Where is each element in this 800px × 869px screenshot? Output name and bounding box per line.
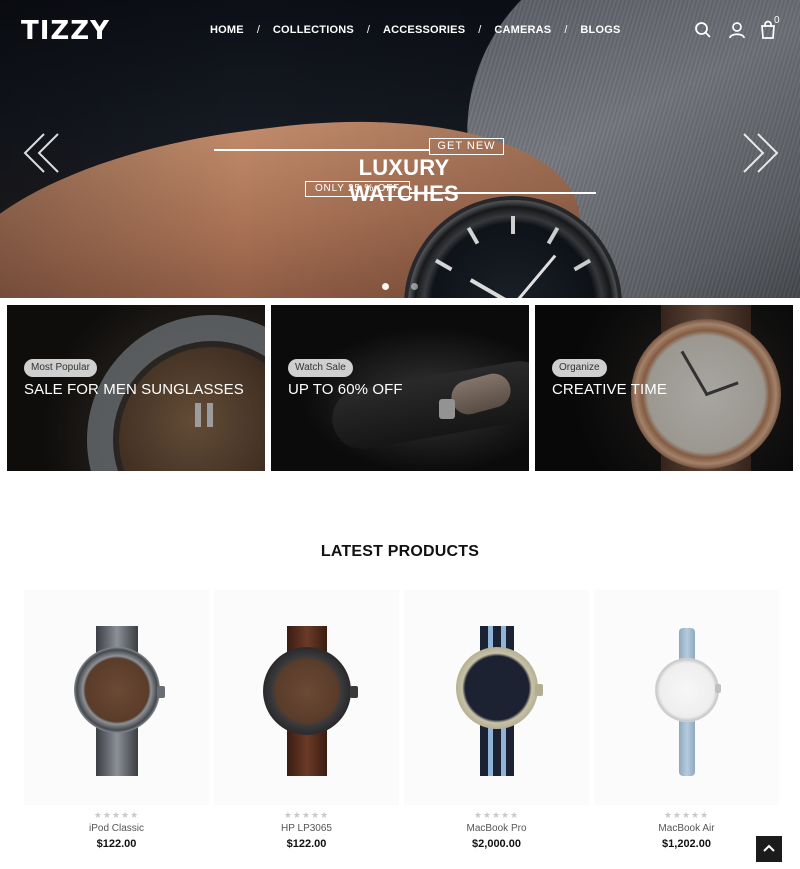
promo-banner-2[interactable]: Watch Sale UP TO 60% OFF [271,305,529,471]
product-image[interactable] [404,590,589,805]
rating-stars: ★★★★★ [663,810,710,820]
hero-tag: GET NEW [429,138,504,155]
product-price: $122.00 [286,838,327,850]
product-name[interactable]: HP LP3065 [214,823,399,834]
product-card[interactable]: ★★★★★ iPod Classic $122.00 [24,590,209,854]
nav-collections[interactable]: COLLECTIONS [273,24,354,36]
slider-prev-button[interactable] [22,132,62,174]
product-image[interactable] [24,590,209,805]
main-nav: HOME / COLLECTIONS / ACCESSORIES / CAMER… [210,24,621,36]
product-name[interactable]: MacBook Pro [404,823,589,834]
nav-home[interactable]: HOME [210,24,244,36]
rating-stars: ★★★★★ [93,810,140,820]
product-price: $122.00 [96,838,137,850]
product-price: $2,000.00 [472,838,521,850]
nav-accessories[interactable]: ACCESSORIES [383,24,465,36]
section-title-latest-products: LATEST PRODUCTS [320,543,480,560]
product-image[interactable] [594,590,779,805]
chevron-left-icon [23,133,59,173]
search-icon [695,22,711,38]
rating-stars: ★★★★★ [283,810,330,820]
product-image[interactable] [214,590,399,805]
nav-separator: / [366,24,370,36]
product-price: $1,202.00 [662,838,711,850]
site-header: TIZZY HOME / COLLECTIONS / ACCESSORIES /… [0,0,800,60]
promo-banner-1[interactable]: Most Popular SALE FOR MEN SUNGLASSES [7,305,265,471]
banner-title: UP TO 60% OFF [288,381,403,398]
nav-separator: / [564,24,568,36]
product-name[interactable]: iPod Classic [24,823,209,834]
promo-banner-3[interactable]: Organize CREATIVE TIME [535,305,793,471]
product-card[interactable]: ★★★★★ MacBook Pro $2,000.00 [404,590,589,854]
cart-count-badge: 0 [774,15,780,26]
hero-slider: GET NEW LUXURY WATCHES ONLY 25 % OFF TIZ… [0,0,800,298]
nav-blogs[interactable]: BLOGS [580,24,620,36]
hero-subtitle: ONLY 25 % OFF [305,181,410,197]
search-button[interactable] [693,20,713,40]
banner-title: SALE FOR MEN SUNGLASSES [24,381,244,398]
nav-cameras[interactable]: CAMERAS [494,24,551,36]
product-card[interactable]: ★★★★★ HP LP3065 $122.00 [214,590,399,854]
slider-next-button[interactable] [740,132,780,174]
nav-separator: / [478,24,482,36]
back-to-top-button[interactable] [756,836,782,862]
banner-title: CREATIVE TIME [552,381,667,398]
site-logo[interactable]: TIZZY [21,16,110,46]
slider-dot-1[interactable] [382,283,389,290]
rating-stars: ★★★★★ [473,810,520,820]
banner-badge: Most Popular [24,359,97,377]
banner-badge: Watch Sale [288,359,353,377]
arrow-up-icon [763,844,775,852]
slider-dot-2[interactable] [411,283,418,290]
banner-badge: Organize [552,359,607,377]
nav-separator: / [256,24,260,36]
chevron-right-icon [743,133,779,173]
product-name[interactable]: MacBook Air [594,823,779,834]
hero-line-top [214,149,429,151]
hero-line-bottom [410,192,596,194]
user-icon [729,22,745,39]
account-button[interactable] [727,20,747,40]
product-card[interactable]: ★★★★★ MacBook Air $1,202.00 [594,590,779,854]
